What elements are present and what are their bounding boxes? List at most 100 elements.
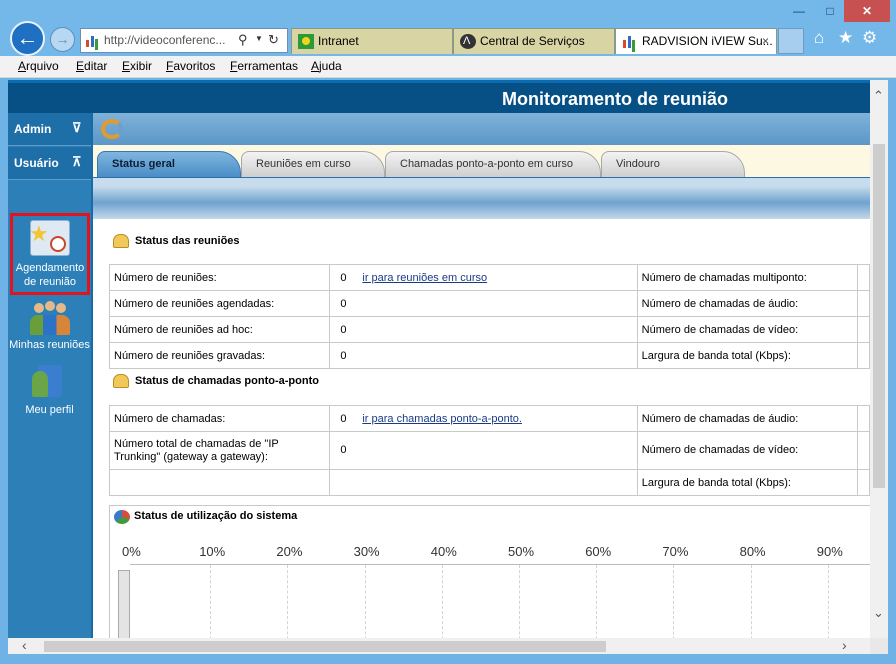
menu-favoritos[interactable]: Favoritos bbox=[166, 59, 215, 73]
row-label: Número de reuniões: bbox=[108, 264, 331, 291]
nav-section-admin[interactable]: Admin ⊽ bbox=[8, 113, 91, 146]
radvision-favicon-icon bbox=[622, 34, 638, 49]
row-link[interactable]: ir para chamadas ponto-a-ponto. bbox=[362, 413, 522, 425]
call-group-icon bbox=[113, 374, 129, 388]
section-title-reunioes: Status das reuniões bbox=[135, 235, 240, 247]
nav-item-agendamento[interactable]: Agendamento de reunião bbox=[10, 213, 90, 295]
axis-tick-label: 0% bbox=[122, 544, 141, 559]
browser-tab-central-servicos[interactable]: Central de Serviços bbox=[453, 28, 615, 54]
row-right-label: Número de chamadas de áudio: bbox=[636, 405, 859, 432]
row-value: 0 bbox=[340, 271, 347, 284]
row-label bbox=[108, 469, 331, 496]
intranet-favicon-icon bbox=[298, 34, 314, 49]
row-right-value bbox=[857, 290, 870, 317]
close-tab-icon[interactable]: × bbox=[762, 29, 769, 54]
refresh-icon[interactable] bbox=[101, 119, 123, 139]
browser-tab-intranet[interactable]: Intranet bbox=[291, 28, 453, 54]
meeting-group-icon bbox=[113, 234, 129, 248]
menu-ferramentas[interactable]: Ferramentas bbox=[230, 59, 298, 73]
row-right-value bbox=[857, 316, 870, 343]
back-arrow-icon: ← bbox=[16, 25, 39, 50]
nav-section-label: Usuário bbox=[14, 156, 59, 170]
table-chamadas: Número de chamadas: 0 ir para chamadas pon… bbox=[108, 405, 870, 496]
axis-tick-label: 60% bbox=[585, 544, 612, 559]
maximize-button[interactable]: □ bbox=[815, 0, 845, 22]
axis-tick-label: 80% bbox=[739, 544, 766, 559]
table-row: Número de reuniões gravadas: 0 Largura de … bbox=[108, 342, 870, 369]
scroll-left-icon[interactable]: ‹ bbox=[22, 637, 27, 653]
tab-status-geral[interactable]: Status geral bbox=[97, 151, 241, 178]
vertical-scrollbar[interactable]: ⌃ ⌄ bbox=[870, 80, 888, 638]
chevron-double-up-icon: ⊼ bbox=[72, 154, 82, 169]
row-value-cell bbox=[329, 469, 638, 496]
resize-corner bbox=[870, 638, 888, 654]
nav-section-label: Admin bbox=[14, 122, 52, 136]
row-value-cell: 0 bbox=[329, 290, 638, 317]
row-right-value bbox=[857, 264, 870, 291]
browser-chrome: — □ ✕ ← → http://videoconferenc... ⚲ ▼ ↻… bbox=[0, 0, 896, 56]
menu-exibir[interactable]: Exibir bbox=[122, 59, 152, 73]
nav-section-usuario[interactable]: Usuário ⊼ bbox=[8, 147, 91, 180]
axis-tick-label: 20% bbox=[276, 544, 303, 559]
menu-bar: Arquivo Editar Exibir Favoritos Ferramen… bbox=[0, 56, 896, 78]
chevron-down-icon[interactable]: ▼ bbox=[255, 34, 263, 43]
tab-reunioes-em-curso[interactable]: Reuniões em curso bbox=[241, 151, 385, 178]
usage-axis-base bbox=[118, 570, 130, 638]
central-favicon-icon bbox=[460, 29, 476, 54]
page-tabs: Status geral Reuniões em curso Chamadas … bbox=[93, 145, 870, 178]
scroll-down-icon[interactable]: ⌄ bbox=[873, 605, 884, 621]
chevron-double-down-icon: ⊽ bbox=[72, 120, 82, 135]
scroll-up-icon[interactable]: ⌃ bbox=[873, 88, 884, 104]
back-button[interactable]: ← bbox=[10, 21, 45, 56]
reload-icon[interactable]: ↻ bbox=[268, 32, 279, 48]
tab-label: Intranet bbox=[318, 34, 359, 48]
new-tab-button[interactable] bbox=[778, 28, 804, 54]
minimize-button[interactable]: — bbox=[784, 0, 814, 22]
search-icon[interactable]: ⚲ bbox=[238, 32, 248, 48]
home-icon[interactable]: ⌂ bbox=[814, 28, 824, 48]
gear-icon[interactable]: ⚙ bbox=[862, 28, 877, 48]
address-bar[interactable]: http://videoconferenc... ⚲ ▼ ↻ bbox=[80, 28, 288, 53]
row-value: 0 bbox=[340, 349, 347, 362]
calendar-schedule-icon bbox=[29, 220, 70, 256]
forward-button[interactable]: → bbox=[50, 27, 75, 52]
row-right-label: Número de chamadas de áudio: bbox=[636, 290, 859, 317]
axis-gridline bbox=[441, 565, 443, 638]
table-row: Número total de chamadas de "IP Trunking… bbox=[108, 431, 870, 470]
close-window-button[interactable]: ✕ bbox=[844, 0, 890, 22]
nav-item-minhas-reunioes[interactable]: Minhas reuniões bbox=[8, 297, 91, 357]
table-row: Número de reuniões ad hoc: 0 Número de cha… bbox=[108, 316, 870, 343]
scroll-right-icon[interactable]: › bbox=[842, 637, 847, 653]
row-label: Número total de chamadas de "IP Trunking… bbox=[108, 431, 331, 470]
tab-vindouro[interactable]: Vindouro bbox=[601, 151, 745, 178]
menu-editar[interactable]: Editar bbox=[76, 59, 107, 73]
tab-chamadas-em-curso[interactable]: Chamadas ponto-a-ponto em curso bbox=[385, 151, 601, 178]
menu-ajuda[interactable]: Ajuda bbox=[311, 59, 342, 73]
axis-gridline bbox=[364, 565, 366, 638]
row-value: 0 bbox=[340, 297, 347, 310]
section-title-sistema: Status de utilização do sistema bbox=[134, 510, 298, 522]
row-link[interactable]: ir para reuniões em curso bbox=[362, 272, 487, 284]
row-label: Número de reuniões ad hoc: bbox=[108, 316, 331, 343]
table-reunioes: Número de reuniões: 0 ir para reuniões em … bbox=[108, 264, 870, 369]
row-right-label: Número de chamadas multiponto: bbox=[636, 264, 859, 291]
nav-item-label: Meu perfil bbox=[25, 404, 74, 416]
menu-arquivo[interactable]: Arquivo bbox=[18, 59, 59, 73]
star-icon[interactable]: ★ bbox=[838, 28, 853, 48]
horizontal-scroll-thumb[interactable] bbox=[44, 641, 606, 652]
page-viewport: Monitoramento de reunião Admin ⊽ Usuário… bbox=[8, 80, 870, 638]
nav-item-meu-perfil[interactable]: Meu perfil bbox=[8, 359, 91, 419]
system-usage-panel: Status de utilização do sistema 0% 10% 20%… bbox=[109, 505, 870, 638]
row-right-value bbox=[857, 405, 870, 432]
address-text[interactable]: http://videoconferenc... bbox=[104, 33, 234, 47]
browser-tab-radvision[interactable]: RADVISION iVIEW Su... × bbox=[615, 28, 777, 54]
tab-label: RADVISION iVIEW Su... bbox=[642, 34, 773, 48]
horizontal-scrollbar[interactable]: ‹ › bbox=[8, 637, 870, 654]
row-label: Número de chamadas: bbox=[108, 405, 331, 432]
vertical-scroll-thumb[interactable] bbox=[873, 144, 885, 488]
row-value-cell: 0 ir para reuniões em curso bbox=[329, 264, 638, 291]
axis-gridline bbox=[673, 565, 675, 638]
axis-tick-label: 70% bbox=[662, 544, 689, 559]
row-right-label: Largura de banda total (Kbps): bbox=[636, 469, 859, 496]
left-nav: Admin ⊽ Usuário ⊼ Agendamento de reunião… bbox=[8, 113, 91, 638]
